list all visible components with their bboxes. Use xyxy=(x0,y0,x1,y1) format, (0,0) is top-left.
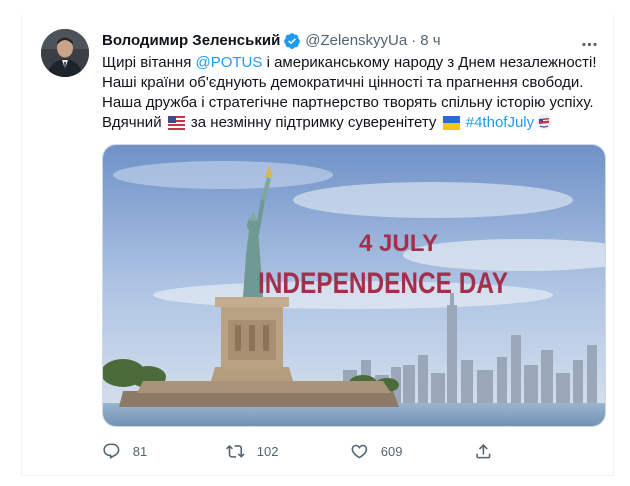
retweet-button[interactable]: 102 xyxy=(226,442,350,461)
tweet-line-2: Наші країни об'єднують демократичні цінн… xyxy=(102,74,584,91)
media-headline: 4 JULY xyxy=(359,230,438,257)
reply-count: 81 xyxy=(132,443,148,459)
media-subheadline: INDEPENDENCE DAY xyxy=(258,267,508,300)
separator-dot: · xyxy=(411,32,417,49)
tweet-line-3: Наша дружба і стратегічне партнерство тв… xyxy=(102,94,594,111)
tweet-header: Володимир Зеленський @ZelenskyyUa · 8 ч xyxy=(102,31,441,51)
tweet-card[interactable]: Володимир Зеленський @ZelenskyyUa · 8 ч … xyxy=(21,14,614,476)
like-icon xyxy=(351,444,368,459)
avatar[interactable] xyxy=(41,29,89,77)
reply-button[interactable]: 81 xyxy=(102,442,226,461)
text-segment: за незмінну підтримку суверенітету xyxy=(186,114,441,131)
mention-link[interactable]: @POTUS xyxy=(196,54,263,71)
retweet-icon xyxy=(226,445,245,458)
hashtag-link[interactable]: #4thofJuly xyxy=(466,114,534,131)
share-icon xyxy=(476,444,491,459)
share-button[interactable] xyxy=(474,442,514,461)
text-segment: Вдячний xyxy=(102,114,166,131)
ukraine-flag-icon xyxy=(442,116,460,136)
timestamp[interactable]: 8 ч xyxy=(420,31,440,51)
text-segment: Щирі вітання xyxy=(102,54,196,71)
tweet-line-4: Вдячний за незмінну підтримку сувереніте… xyxy=(102,113,612,136)
us-flag-icon xyxy=(167,116,185,136)
handle[interactable]: @ZelenskyyUa xyxy=(305,31,407,51)
tweet-media-image[interactable]: 4 JULY INDEPENDENCE DAY xyxy=(102,144,606,427)
retweet-count: 102 xyxy=(256,443,279,459)
tweet-actions: 81 102 609 xyxy=(102,442,542,461)
tweet-text: Щирі вітання @POTUS і американському нар… xyxy=(102,53,612,136)
hashtag-emoji-icon xyxy=(536,114,552,136)
reply-icon xyxy=(103,443,120,459)
display-name[interactable]: Володимир Зеленський xyxy=(102,31,280,51)
like-button[interactable]: 609 xyxy=(350,442,474,461)
verified-icon xyxy=(283,32,301,50)
text-segment: і американському народу з Днем незалежно… xyxy=(262,54,597,71)
tweet-line-1: Щирі вітання @POTUS і американському нар… xyxy=(102,53,612,73)
like-count: 609 xyxy=(380,443,403,459)
